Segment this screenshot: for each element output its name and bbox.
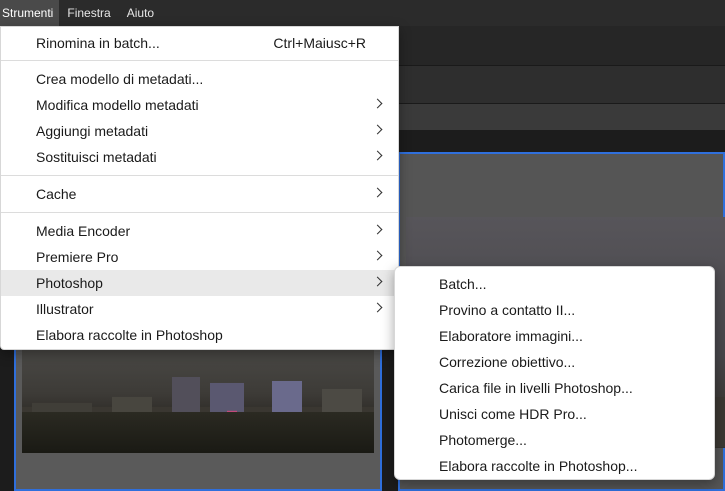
menu-strumenti[interactable]: Strumenti — [0, 0, 60, 26]
menu-item-label: Elabora raccolte in Photoshop... — [439, 458, 638, 474]
chevron-right-icon — [372, 302, 383, 313]
menu-aiuto[interactable]: Aiuto — [119, 0, 162, 26]
submenu-item-process-collections[interactable]: Elabora raccolte in Photoshop... — [395, 453, 714, 479]
menu-item-premiere-pro[interactable]: Premiere Pro — [1, 244, 398, 270]
submenu-item-lens-correction[interactable]: Correzione obiettivo... — [395, 349, 714, 375]
chevron-right-icon — [372, 250, 383, 261]
chevron-right-icon — [372, 98, 383, 109]
submenu-item-contact-sheet[interactable]: Provino a contatto II... — [395, 297, 714, 323]
menu-item-edit-metadata-template[interactable]: Modifica modello metadati — [1, 92, 398, 118]
chevron-right-icon — [372, 224, 383, 235]
submenu-item-merge-hdr-pro[interactable]: Unisci come HDR Pro... — [395, 401, 714, 427]
menu-item-label: Illustrator — [36, 301, 94, 317]
menu-item-create-metadata-template[interactable]: Crea modello di metadati... — [1, 66, 398, 92]
menu-item-label: Correzione obiettivo... — [439, 354, 576, 370]
chevron-right-icon — [372, 150, 383, 161]
menu-item-replace-metadata[interactable]: Sostituisci metadati — [1, 144, 398, 170]
submenu-item-image-processor[interactable]: Elaboratore immagini... — [395, 323, 714, 349]
tree-line — [22, 411, 374, 453]
menu-item-label: Crea modello di metadati... — [36, 71, 204, 87]
tools-menu: Rinomina in batch... Ctrl+Maiusc+R Crea … — [0, 26, 399, 350]
submenu-item-load-into-layers[interactable]: Carica file in livelli Photoshop... — [395, 375, 714, 401]
menu-item-label: Media Encoder — [36, 223, 131, 239]
menu-item-label: Carica file in livelli Photoshop... — [439, 380, 633, 396]
menu-item-label: Elabora raccolte in Photoshop — [36, 327, 223, 343]
menu-item-label: Premiere Pro — [36, 249, 119, 265]
chevron-right-icon — [372, 187, 383, 198]
chevron-right-icon — [372, 124, 383, 135]
menu-item-illustrator[interactable]: Illustrator — [1, 296, 398, 322]
app-menubar: Strumenti Finestra Aiuto — [0, 0, 725, 26]
menu-item-photoshop[interactable]: Photoshop — [1, 270, 398, 296]
photoshop-submenu: Batch... Provino a contatto II... Elabor… — [394, 266, 715, 480]
menu-item-label: Provino a contatto II... — [439, 302, 576, 318]
menu-separator — [1, 175, 398, 176]
menu-item-label: Elaboratore immagini... — [439, 328, 583, 344]
menu-item-append-metadata[interactable]: Aggiungi metadati — [1, 118, 398, 144]
menu-item-shortcut: Ctrl+Maiusc+R — [273, 35, 366, 51]
menu-item-rename-batch[interactable]: Rinomina in batch... Ctrl+Maiusc+R — [1, 30, 398, 56]
city-night-photo — [22, 345, 374, 453]
menu-item-cache[interactable]: Cache — [1, 181, 398, 207]
menu-finestra[interactable]: Finestra — [59, 0, 118, 26]
menu-item-label: Photoshop — [36, 275, 103, 291]
menu-item-label: Batch... — [439, 276, 487, 292]
chevron-right-icon — [372, 276, 383, 287]
menu-separator — [1, 212, 398, 213]
submenu-item-batch[interactable]: Batch... — [395, 271, 714, 297]
menu-item-label: Sostituisci metadati — [36, 149, 157, 165]
submenu-item-photomerge[interactable]: Photomerge... — [395, 427, 714, 453]
menu-item-label: Unisci come HDR Pro... — [439, 406, 587, 422]
menu-item-label: Cache — [36, 186, 77, 202]
menu-item-label: Rinomina in batch... — [36, 35, 160, 51]
menu-item-label: Aggiungi metadati — [36, 123, 149, 139]
menu-item-process-collections[interactable]: Elabora raccolte in Photoshop — [1, 322, 398, 348]
menu-separator — [1, 60, 398, 61]
menu-item-media-encoder[interactable]: Media Encoder — [1, 218, 398, 244]
menu-item-label: Photomerge... — [439, 432, 527, 448]
menu-item-label: Modifica modello metadati — [36, 97, 199, 113]
